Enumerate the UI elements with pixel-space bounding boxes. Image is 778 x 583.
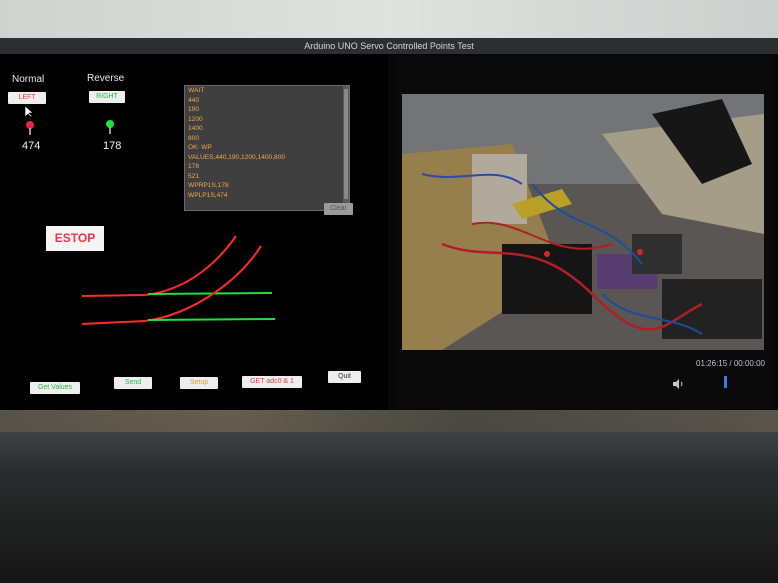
serial-log[interactable]: WAIT 440 190 1200 1400 800 OK: WP VALUES,440,19…: [184, 85, 350, 211]
track-upper-green: [147, 292, 273, 295]
quit-button[interactable]: Quit: [328, 371, 361, 383]
right-button[interactable]: RIGHT: [89, 91, 125, 103]
app-window: Arduino UNO Servo Controlled Points Test…: [0, 38, 778, 410]
log-scrollbar[interactable]: [343, 86, 349, 210]
log-line: 1200: [188, 115, 203, 123]
clear-button[interactable]: Clear: [324, 203, 353, 215]
setup-button[interactable]: Setup: [180, 377, 218, 389]
get-values-button[interactable]: Get Values: [30, 382, 80, 394]
left-signal-icon: [26, 121, 34, 135]
reverse-label: Reverse: [87, 73, 125, 84]
left-servo-value: 474: [22, 140, 41, 152]
log-line: 521: [188, 172, 200, 180]
background-wall: [0, 0, 778, 38]
log-line: WPRP1S,178: [188, 182, 229, 189]
window-title: Arduino UNO Servo Controlled Points Test: [0, 38, 778, 54]
send-button[interactable]: Send: [114, 377, 152, 389]
control-panel: Normal Reverse LEFT RIGHT 474 178 WAIT 44…: [0, 54, 388, 410]
log-line: 1400: [188, 125, 203, 132]
volume-icon[interactable]: [672, 379, 684, 389]
get-adc-button[interactable]: GET adc0 & 1: [242, 376, 302, 388]
monitor-bezel: [0, 410, 778, 583]
bezel-reflection: [0, 410, 778, 432]
volume-slider[interactable]: [724, 376, 727, 388]
right-signal-icon: [106, 120, 114, 134]
log-line: WPLP1S,474: [188, 191, 228, 199]
log-line: 800: [188, 134, 200, 142]
track-lower-red: [81, 245, 262, 325]
camera-feed: [402, 94, 764, 350]
video-timestamp: 01:26:15 / 00:00:00: [696, 359, 765, 368]
log-line: 440: [188, 96, 200, 104]
track-diagram: [81, 235, 276, 325]
log-line: VALUES,440,190,1200,1400,800: [188, 153, 286, 161]
cursor-icon: [24, 106, 34, 118]
camera-view: 01:26:15 / 00:00:00: [396, 57, 772, 409]
log-lines: WAIT 440 190 1200 1400 800 OK: WP VALUES,440,19…: [185, 86, 349, 200]
log-scrollbar-thumb[interactable]: [344, 89, 348, 199]
log-line: OK: WP: [188, 144, 212, 151]
track-upper-red: [81, 235, 237, 297]
log-line: 190: [188, 106, 200, 113]
normal-label: Normal: [12, 74, 45, 85]
left-button[interactable]: LEFT: [8, 92, 46, 104]
log-line: WAIT: [188, 87, 205, 94]
track-lower-green: [147, 318, 276, 321]
right-servo-value: 178: [103, 140, 122, 152]
log-line: 178: [188, 163, 200, 170]
